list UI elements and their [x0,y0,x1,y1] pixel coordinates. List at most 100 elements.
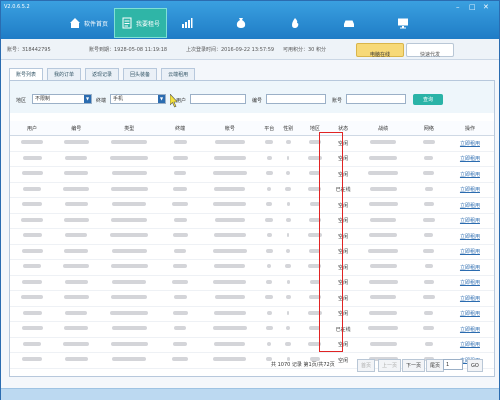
nav-item-stats[interactable] [175,9,199,37]
redacted-value [266,202,273,207]
redacted-value [422,217,435,222]
next-page-button[interactable]: 下一页 [402,359,426,372]
blurred-cell [259,213,279,229]
redacted-value [286,326,291,331]
rent-now-link[interactable]: 立即租用 [460,218,480,224]
redacted-value [213,310,246,315]
redacted-value [172,155,188,160]
monitor-icon [398,18,409,29]
nav-item-hot[interactable] [283,9,307,37]
blurred-cell [259,182,279,198]
redacted-value [267,341,272,346]
rent-now-link[interactable]: 立即租用 [460,249,480,255]
rent-now-link[interactable]: 立即租用 [460,234,480,240]
redacted-value [64,171,89,176]
user-input[interactable] [190,94,246,104]
blurred-cell [54,321,99,338]
prev-page-button[interactable]: 上一页 [378,359,402,372]
rent-now-link[interactable]: 立即租用 [460,327,480,333]
computer-online-button[interactable]: 电脑在线 [356,43,404,58]
nav-item-screen[interactable] [391,9,415,37]
action-cell[interactable]: 立即租用 [445,197,494,214]
maximize-icon[interactable]: □ [469,3,476,11]
record-summary: 共 1070 记录 第1页/共72页 [271,362,335,368]
action-cell[interactable]: 立即租用 [445,228,494,245]
blurred-cell [98,290,161,307]
redacted-value [64,279,88,284]
blurred-cell [278,275,298,291]
rent-now-link[interactable]: 立即租用 [460,141,480,147]
rent-now-link[interactable]: 立即租用 [460,311,480,317]
fast-send-button[interactable]: 快速代发 [406,43,454,58]
redacted-value [213,233,246,238]
action-cell[interactable]: 立即租用 [445,135,494,152]
action-cell[interactable]: 立即租用 [445,182,494,198]
redacted-value [111,140,148,145]
car-icon [344,20,355,27]
nav-item-rent[interactable]: 我要租号 [114,8,168,38]
search-button[interactable]: 查询 [413,94,443,105]
action-cell[interactable]: 立即租用 [445,151,494,167]
account-input[interactable] [346,94,406,104]
redacted-value [21,248,43,253]
blurred-cell [98,244,161,260]
action-cell[interactable]: 立即租用 [445,275,494,291]
home-icon [70,18,80,28]
table-row: 空闲立即租用 [10,275,494,291]
rent-now-link[interactable]: 立即租用 [460,172,480,178]
action-cell[interactable]: 立即租用 [445,259,494,276]
action-cell[interactable]: 立即租用 [445,321,494,338]
number-input[interactable] [266,94,326,104]
blurred-cell [411,213,446,229]
redacted-value [63,217,89,222]
nav-item-money[interactable] [229,9,253,37]
close-icon[interactable]: ✕ [483,3,489,11]
pagination-bar: 共 1070 记录 第1页/共72页 首页 上一页 下一页 尾页 1 GO [1,359,499,375]
redacted-value [286,171,291,176]
rent-now-link[interactable]: 立即租用 [460,187,480,193]
rent-now-link[interactable]: 立即租用 [460,342,480,348]
nav-item-car[interactable] [337,9,361,37]
blurred-cell [160,151,201,167]
redacted-value [172,233,188,238]
blurred-cell [411,290,446,307]
page-number-input[interactable]: 1 [443,359,463,370]
rent-now-link[interactable]: 立即租用 [460,296,480,302]
redacted-value [424,310,434,315]
terminal-select[interactable]: 手机 ▼ [110,94,166,104]
redacted-value [63,264,90,269]
blurred-cell [54,290,99,307]
rent-now-link[interactable]: 立即租用 [460,156,480,162]
last-page-button[interactable]: 尾页 [426,359,445,372]
action-cell[interactable]: 立即租用 [445,166,494,183]
rent-now-link[interactable]: 立即租用 [460,280,480,286]
redacted-value [285,217,291,222]
rent-now-link[interactable]: 立即租用 [460,265,480,271]
blurred-cell [200,135,260,152]
blurred-cell [160,197,201,214]
action-cell[interactable]: 立即租用 [445,337,494,353]
blurred-cell [200,166,260,183]
blurred-cell [200,259,260,276]
rent-now-link[interactable]: 立即租用 [460,203,480,209]
col-header-record: 战绩 [354,121,412,136]
nav-item-home[interactable]: 软件首页 [63,9,114,37]
account-list-panel: 地区 不限制 ▼ 终端 手机 ▼ 用户 编号 账号 查询 用户 编号 类型 终端… [9,80,495,377]
go-button[interactable]: GO [467,359,483,372]
redacted-value [112,279,147,284]
first-page-button[interactable]: 首页 [357,359,376,372]
region-select[interactable]: 不限制 ▼ [32,94,92,104]
minimize-icon[interactable]: – [456,3,460,11]
redacted-value [64,248,89,253]
chart-icon [182,18,193,28]
action-cell[interactable]: 立即租用 [445,290,494,307]
redacted-value [213,202,247,207]
action-cell[interactable]: 立即租用 [445,213,494,229]
action-cell[interactable]: 立即租用 [445,244,494,260]
prev-page-label: 上一页 [382,363,398,369]
blurred-cell [160,166,201,183]
redacted-value [423,279,434,284]
flame-icon [292,18,299,28]
action-cell[interactable]: 立即租用 [445,306,494,322]
redacted-value [370,140,397,145]
